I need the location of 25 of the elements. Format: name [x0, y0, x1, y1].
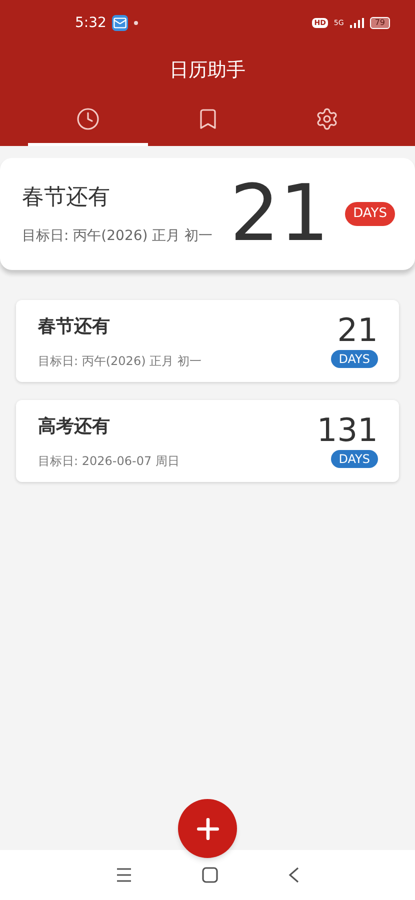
signal-icon: [350, 18, 364, 28]
target-date: 目标日: 2026-06-07 周日: [38, 452, 180, 470]
target-date: 目标日: 丙午(2026) 正月 初一: [22, 227, 214, 246]
day-count: 21: [337, 314, 378, 346]
app-title: 日历助手: [170, 58, 246, 83]
countdown-card[interactable]: 高考还有 目标日: 2026-06-07 周日 131 DAYS: [16, 400, 399, 482]
home-icon[interactable]: [202, 867, 218, 883]
day-count: 131: [316, 414, 378, 446]
status-time: 5:32: [75, 14, 106, 32]
countdown-title: 春节还有: [38, 314, 111, 338]
battery-indicator: 79: [370, 17, 390, 29]
days-badge: DAYS: [345, 202, 395, 226]
day-count: 21: [230, 175, 330, 253]
days-badge: DAYS: [330, 450, 378, 468]
days-badge: DAYS: [330, 350, 378, 368]
add-button[interactable]: [178, 799, 237, 858]
countdown-card[interactable]: 春节还有 目标日: 丙午(2026) 正月 初一 21 DAYS: [16, 300, 399, 382]
settings-icon: [315, 106, 340, 130]
menu-icon[interactable]: [116, 868, 132, 882]
clock-icon: [76, 106, 100, 130]
back-icon[interactable]: [288, 867, 300, 883]
mail-icon: [112, 15, 128, 31]
target-date: 目标日: 丙午(2026) 正月 初一: [38, 352, 202, 370]
countdown-title: 高考还有: [38, 414, 111, 438]
countdown-title: 春节还有: [22, 184, 111, 212]
